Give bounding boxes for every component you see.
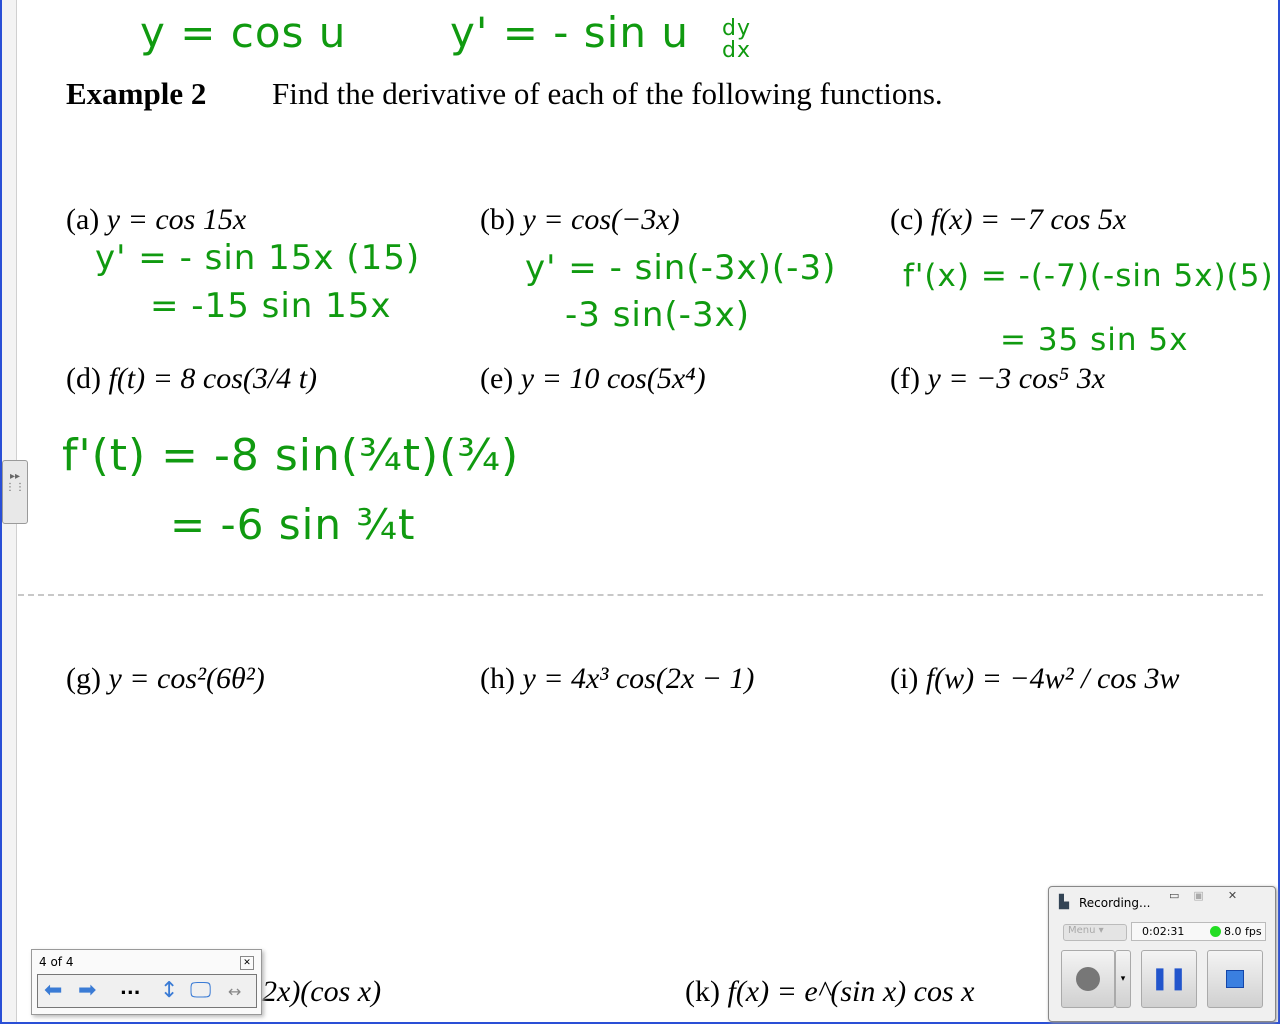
more-button[interactable]: ... (120, 978, 141, 999)
problem-j-partial: 2x)(cos x) (262, 975, 382, 1008)
hw-top-right: y' = - sin u (450, 8, 689, 57)
problem-c: (c) f(x) = −7 cos 5x (890, 203, 1127, 236)
hw-c2: = 35 sin 5x (1000, 322, 1189, 358)
close-button[interactable]: ✕ (1228, 889, 1237, 902)
page-count: 4 of 4 (39, 955, 74, 969)
stop-icon (1226, 970, 1244, 988)
record-button[interactable] (1061, 950, 1115, 1008)
recorder-icon: ▙ (1059, 895, 1069, 910)
close-icon[interactable]: ✕ (240, 956, 254, 970)
stop-button[interactable] (1207, 950, 1263, 1008)
problem-d: (d) f(t) = 8 cos(3/4 t) (66, 362, 318, 395)
hw-dydx: dy dx (722, 16, 751, 63)
problem-g: (g) y = cos²(6θ²) (66, 662, 265, 695)
maximize-button[interactable]: ▣ (1193, 889, 1203, 902)
pause-button[interactable]: ❚❚ (1141, 950, 1197, 1008)
problem-f: (f) y = −3 cos⁵ 3x (890, 362, 1106, 395)
record-icon (1076, 967, 1100, 991)
double-chevron-right-icon: ▸▸ (9, 471, 21, 482)
pager-toolbar: ⬅ ➡ ... ↕ 🖵 ↔ (37, 974, 257, 1008)
arrow-right-icon[interactable]: ➡ (78, 978, 96, 1003)
fps: 8.0 fps (1224, 925, 1262, 938)
page-break (18, 594, 1263, 596)
hw-d2: = -6 sin ¾t (170, 500, 416, 549)
hw-c1: f'(x) = -(-7)(-sin 5x)(5) (903, 258, 1274, 294)
problem-h: (h) y = 4x³ cos(2x − 1) (480, 662, 755, 695)
problem-k: (k) f(x) = e^(sin x) cos x (685, 975, 975, 1008)
hw-a2: = -15 sin 15x (150, 286, 392, 326)
fit-width-icon[interactable]: ↔ (228, 982, 241, 1001)
example-text: Find the derivative of each of the follo… (272, 76, 943, 111)
pause-icon: ❚❚ (1150, 966, 1188, 991)
problem-a: (a) y = cos 15x (66, 203, 247, 236)
fit-page-icon[interactable]: ↕ (160, 978, 178, 1003)
elapsed-time: 0:02:31 (1142, 925, 1185, 938)
hw-b1: y' = - sin(-3x)(-3) (525, 248, 837, 288)
problem-b: (b) y = cos(−3x) (480, 203, 680, 236)
recording-window: ▙ Recording... ▭ ▣ ✕ Menu ▾ 0:02:31 8.0 fp… (1048, 886, 1276, 1022)
hw-b2: -3 sin(-3x) (565, 295, 750, 335)
page-navigator: 4 of 4 ✕ ⬅ ➡ ... ↕ 🖵 ↔ (31, 949, 262, 1015)
status-dot (1210, 926, 1221, 937)
hw-a1: y' = - sin 15x (15) (95, 238, 421, 278)
arrow-left-icon[interactable]: ⬅ (44, 978, 62, 1003)
sidebar-expand-handle[interactable]: ▸▸ ⋮⋮ (2, 460, 28, 524)
hw-d1: f'(t) = -8 sin(¾t)(¾) (62, 430, 520, 481)
recorder-title: Recording... (1079, 896, 1151, 910)
fullscreen-icon[interactable]: 🖵 (190, 978, 211, 1003)
hw-top-left: y = cos u (140, 8, 347, 57)
window-controls: ▭ ▣ ✕ (1169, 889, 1237, 902)
problem-e: (e) y = 10 cos(5x⁴) (480, 362, 706, 395)
problem-i: (i) f(w) = −4w² / cos 3w (890, 662, 1180, 695)
record-options-dropdown[interactable]: ▾ (1115, 950, 1131, 1008)
example-label: Example 2 (66, 76, 207, 111)
status-panel: 0:02:31 8.0 fps (1131, 922, 1266, 941)
minimize-button[interactable]: ▭ (1169, 889, 1179, 902)
menu-dropdown[interactable]: Menu ▾ (1063, 924, 1127, 941)
grip-icon: ⋮⋮ (5, 482, 25, 493)
